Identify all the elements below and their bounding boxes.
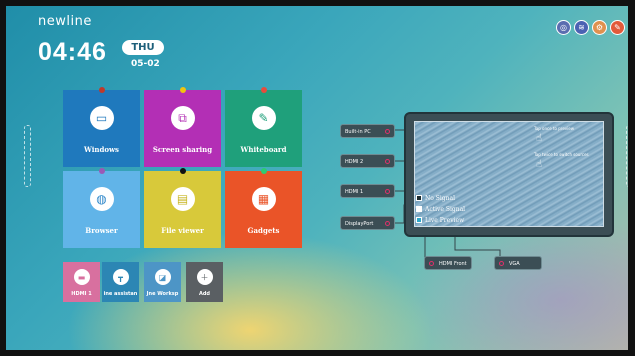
output-label: VGA — [509, 261, 520, 267]
live-preview-swatch — [416, 217, 422, 223]
port-dot-icon — [385, 221, 390, 226]
tap-once-icon: ☝ — [536, 133, 543, 144]
source-displayport[interactable]: DisplayPort — [340, 216, 395, 230]
source-label: DisplayPort — [345, 221, 374, 227]
legend-active-signal: Active Signal — [416, 206, 465, 213]
port-dot-icon — [385, 189, 390, 194]
output-hdmi-front[interactable]: HDMI Front — [424, 256, 472, 270]
legend-live-preview: Live Preview — [416, 217, 464, 224]
port-dot-icon — [499, 261, 504, 266]
source-hdmi1[interactable]: HDMI 1 — [340, 184, 395, 198]
port-dot-icon — [385, 159, 390, 164]
source-label: HDMI 1 — [345, 189, 364, 195]
source-hdmi2[interactable]: HDMI 2 — [340, 154, 395, 168]
port-dot-icon — [385, 129, 390, 134]
output-vga[interactable]: VGA — [494, 256, 542, 270]
source-label: Built-in PC — [345, 129, 371, 135]
no-signal-swatch — [416, 195, 422, 201]
output-label: HDMI Front — [439, 261, 467, 267]
hint-preview: Tap once to preview — [534, 126, 575, 131]
legend-label: Live Preview — [425, 217, 465, 224]
tap-twice-icon: ☝ — [536, 159, 543, 170]
legend-no-signal: No Signal — [416, 195, 455, 202]
hint-switch: Tap twice to switch sources — [534, 152, 589, 157]
legend-label: No Signal — [425, 195, 455, 202]
desktop: newline 04:46 THU 05-02 ◎ ≋ ⚙ ✎ ▭ Window… — [0, 0, 635, 356]
source-built-in-pc[interactable]: Built-in PC — [340, 124, 395, 138]
active-signal-swatch — [416, 206, 422, 212]
source-label: HDMI 2 — [345, 159, 364, 165]
legend-label: Active Signal — [425, 206, 466, 213]
port-dot-icon — [429, 261, 434, 266]
